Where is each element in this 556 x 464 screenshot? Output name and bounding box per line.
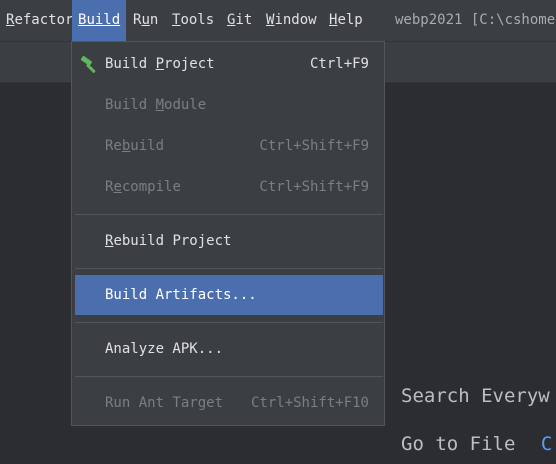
- label-part: odule: [164, 97, 207, 113]
- menu-git[interactable]: Git: [221, 0, 258, 41]
- menu-item-analyze-apk[interactable]: Analyze APK...: [75, 329, 383, 369]
- menu-item-label: Analyze APK...: [105, 341, 224, 357]
- menu-window[interactable]: Window: [260, 0, 323, 41]
- menu-label: uild: [86, 12, 121, 28]
- menu-label: n: [149, 12, 159, 28]
- menu-item-rebuild: Rebuild Ctrl+Shift+F9: [75, 126, 383, 166]
- menu-item-shortcut: Ctrl+F9: [309, 56, 369, 72]
- menu-item-shortcut: Ctrl+Shift+F9: [259, 138, 369, 154]
- mnemonic: P: [155, 56, 165, 72]
- label-part: uild: [130, 138, 165, 154]
- menu-separator: [75, 376, 383, 377]
- menu-separator: [75, 268, 383, 269]
- menu-separator: [75, 322, 383, 323]
- label-part: ebuild Project: [113, 233, 232, 249]
- menu-item-label: Recompile: [105, 167, 181, 207]
- label-part: Build: [105, 56, 156, 72]
- menu-item-label: Rebuild Project: [105, 221, 231, 261]
- menu-item-label: Build Module: [105, 85, 206, 125]
- menu-item-build-project[interactable]: Build Project Ctrl+F9: [75, 44, 383, 84]
- menu-item-recompile: Recompile Ctrl+Shift+F9: [75, 167, 383, 207]
- main-menubar: Refactor Build Run Tools Git Window Help…: [0, 0, 556, 42]
- menu-item-shortcut: Ctrl+Shift+F9: [259, 179, 369, 195]
- label-part: compile: [121, 179, 181, 195]
- search-everywhere-hint: Search Everyw: [401, 385, 550, 407]
- menu-item-label: Build Artifacts...: [105, 287, 257, 303]
- menu-label: ools: [180, 12, 215, 28]
- build-menu-dropdown: Build Project Ctrl+F9 Build Module Rebui…: [71, 41, 385, 426]
- mnemonic: u: [141, 12, 150, 28]
- menu-item-build-artifacts[interactable]: Build Artifacts...: [75, 275, 383, 315]
- menu-item-label: Build Project: [105, 44, 215, 84]
- menu-item-label: Run Ant Target: [105, 395, 224, 411]
- menu-build[interactable]: Build: [72, 0, 127, 41]
- mnemonic: e: [113, 179, 122, 195]
- label-part: Build: [105, 97, 156, 113]
- menu-label: efactor: [14, 12, 74, 28]
- menu-label: elp: [337, 12, 363, 28]
- menu-refactor[interactable]: Refactor: [0, 0, 79, 41]
- menu-item-rebuild-project[interactable]: Rebuild Project: [75, 221, 383, 261]
- go-to-file-hint: Go to File C: [401, 433, 552, 455]
- menu-help[interactable]: Help: [323, 0, 369, 41]
- mnemonic: M: [155, 97, 165, 113]
- window-title: webp2021 [C:\cshome2: [395, 12, 556, 28]
- hammer-icon: [80, 56, 96, 73]
- menu-tools[interactable]: Tools: [166, 0, 220, 41]
- menu-label: it: [235, 12, 253, 28]
- menu-item-run-ant-target: Run Ant Target Ctrl+Shift+F10: [75, 383, 383, 423]
- go-to-file-label: Go to File: [401, 433, 516, 455]
- label-part: roject: [164, 56, 215, 72]
- menu-item-shortcut: Ctrl+Shift+F10: [250, 395, 369, 411]
- go-to-file-shortcut: C: [540, 433, 553, 455]
- menu-item-build-module: Build Module: [75, 85, 383, 125]
- menu-run[interactable]: Run: [127, 0, 164, 41]
- menu-separator: [75, 214, 383, 215]
- label-part: Re: [105, 138, 122, 154]
- menu-label: indow: [274, 12, 317, 28]
- menu-item-label: Rebuild: [105, 126, 164, 166]
